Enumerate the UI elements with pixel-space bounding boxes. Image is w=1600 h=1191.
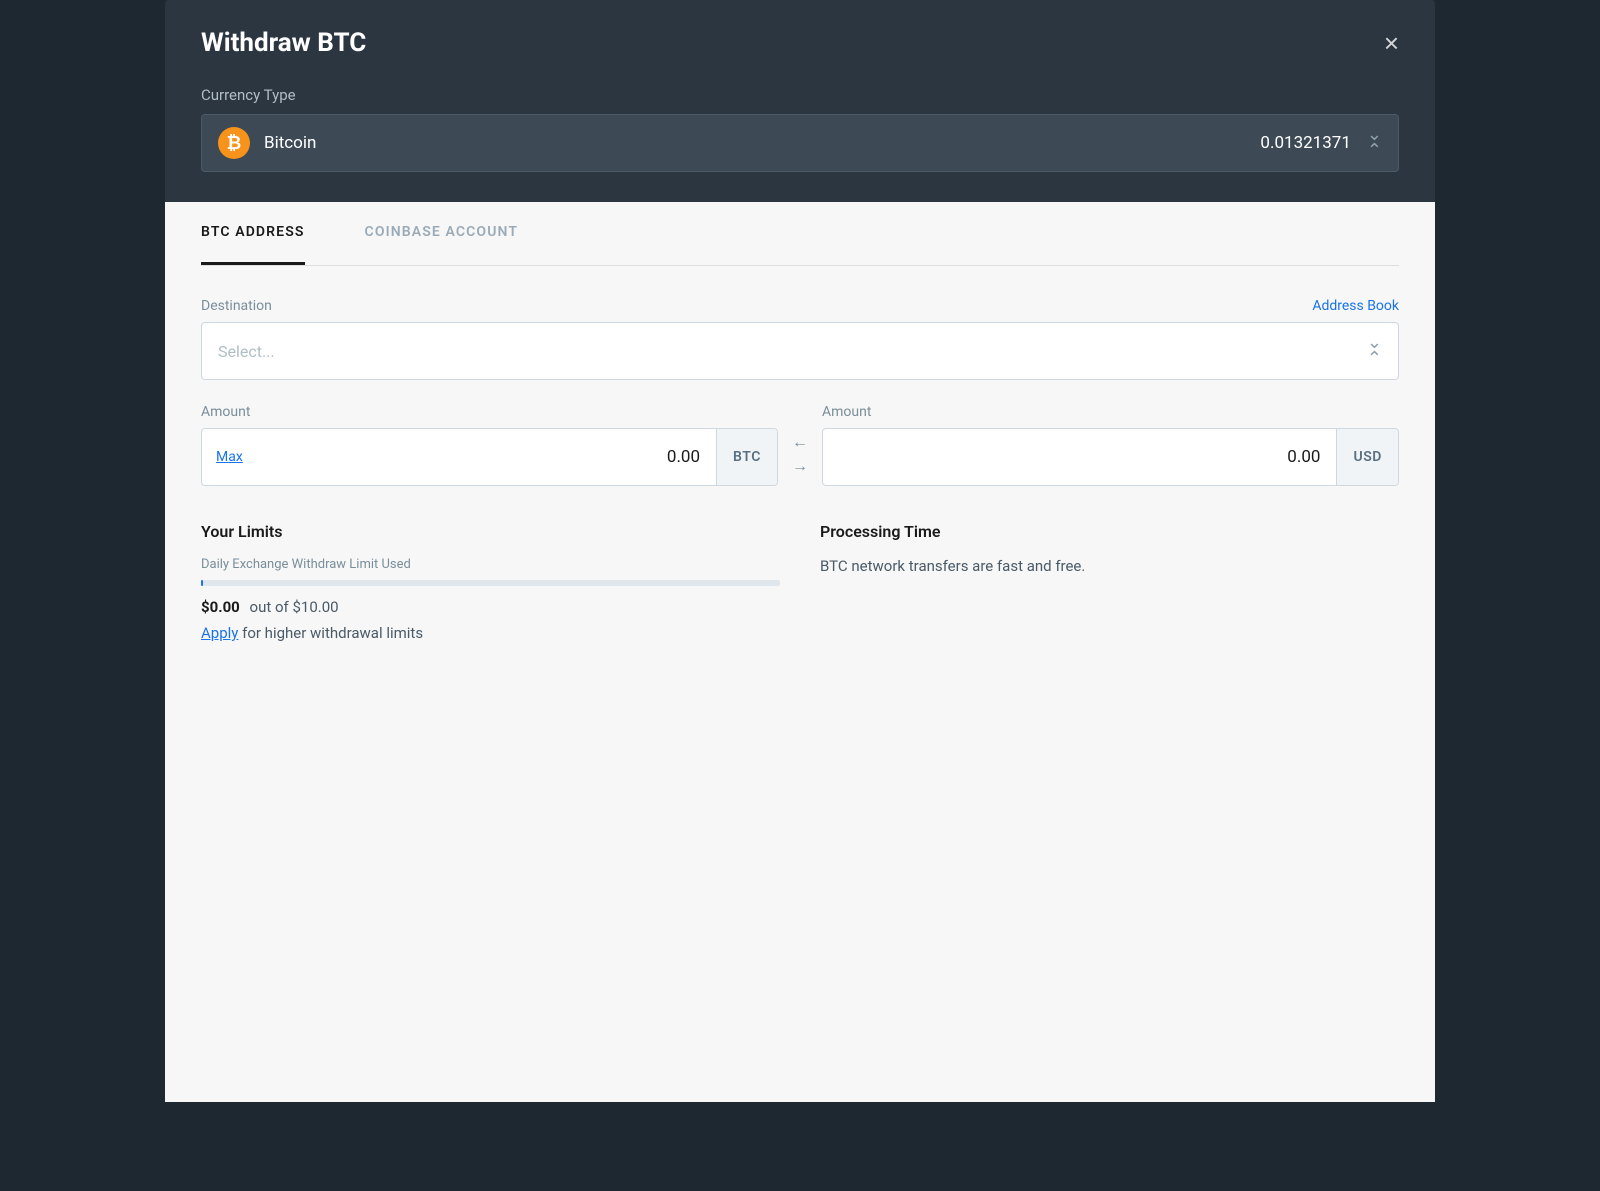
destination-select[interactable]: Select... ⌄⌃	[201, 322, 1399, 380]
apply-suffix: for higher withdrawal limits	[238, 624, 423, 642]
tab-bar: BTC ADDRESS COINBASE ACCOUNT	[201, 202, 1399, 266]
btc-currency-label: BTC	[716, 429, 777, 485]
destination-chevron-icon: ⌄⌃	[1367, 335, 1382, 367]
usd-amount-input[interactable]: 0.00 USD	[822, 428, 1399, 486]
apply-text: Apply for higher withdrawal limits	[201, 624, 780, 642]
currency-name: Bitcoin	[264, 133, 1260, 153]
processing-title: Processing Time	[820, 522, 1399, 541]
limit-used: $0.00	[201, 598, 240, 616]
btc-amount-value: 0.00	[257, 429, 716, 485]
usd-currency-label: USD	[1336, 429, 1398, 485]
currency-section: Currency Type ₿ Bitcoin 0.01321371 ⌄⌃	[165, 86, 1435, 202]
withdraw-modal: Withdraw BTC × Currency Type ₿ Bitcoin 0…	[165, 0, 1435, 1102]
limits-title: Your Limits	[201, 522, 780, 541]
modal-title: Withdraw BTC	[201, 28, 366, 58]
address-book-link[interactable]: Address Book	[1312, 298, 1399, 314]
close-button[interactable]: ×	[1384, 30, 1399, 56]
exchange-arrows-icon: ← →	[778, 404, 822, 476]
btc-amount-group: Amount Max 0.00 BTC	[201, 404, 778, 486]
daily-limit-label: Daily Exchange Withdraw Limit Used	[201, 557, 780, 572]
modal-header: Withdraw BTC ×	[165, 0, 1435, 86]
btc-icon: ₿	[218, 127, 250, 159]
limit-amounts-text: $0.00 out of $10.00	[201, 598, 780, 616]
processing-description: BTC network transfers are fast and free.	[820, 557, 1399, 575]
btc-amount-label: Amount	[201, 404, 778, 420]
amounts-row: Amount Max 0.00 BTC ← → Amount 0.00 USD	[201, 404, 1399, 486]
currency-balance: 0.01321371	[1260, 133, 1350, 153]
destination-placeholder: Select...	[218, 342, 1367, 361]
destination-field-header: Destination Address Book	[201, 298, 1399, 314]
info-columns: Your Limits Daily Exchange Withdraw Limi…	[201, 522, 1399, 642]
modal-body: BTC ADDRESS COINBASE ACCOUNT Destination…	[165, 202, 1435, 1102]
tab-btc-address[interactable]: BTC ADDRESS	[201, 202, 305, 265]
limits-column: Your Limits Daily Exchange Withdraw Limi…	[201, 522, 780, 642]
usd-amount-value: 0.00	[823, 429, 1336, 485]
progress-bar	[201, 580, 780, 586]
destination-field-row: Destination Address Book Select... ⌄⌃	[201, 298, 1399, 380]
destination-label: Destination	[201, 298, 272, 314]
currency-selector[interactable]: ₿ Bitcoin 0.01321371 ⌄⌃	[201, 114, 1399, 172]
tab-coinbase-account[interactable]: COINBASE ACCOUNT	[365, 202, 519, 265]
currency-type-label: Currency Type	[201, 86, 1399, 104]
max-link[interactable]: Max	[202, 429, 257, 485]
btc-amount-input[interactable]: Max 0.00 BTC	[201, 428, 778, 486]
usd-amount-label: Amount	[822, 404, 1399, 420]
limit-separator: out of $10.00	[250, 598, 339, 616]
progress-bar-fill	[201, 580, 203, 586]
currency-chevron-icon: ⌄⌃	[1367, 127, 1382, 159]
usd-amount-group: Amount 0.00 USD	[822, 404, 1399, 486]
processing-column: Processing Time BTC network transfers ar…	[820, 522, 1399, 642]
apply-link[interactable]: Apply	[201, 624, 238, 642]
